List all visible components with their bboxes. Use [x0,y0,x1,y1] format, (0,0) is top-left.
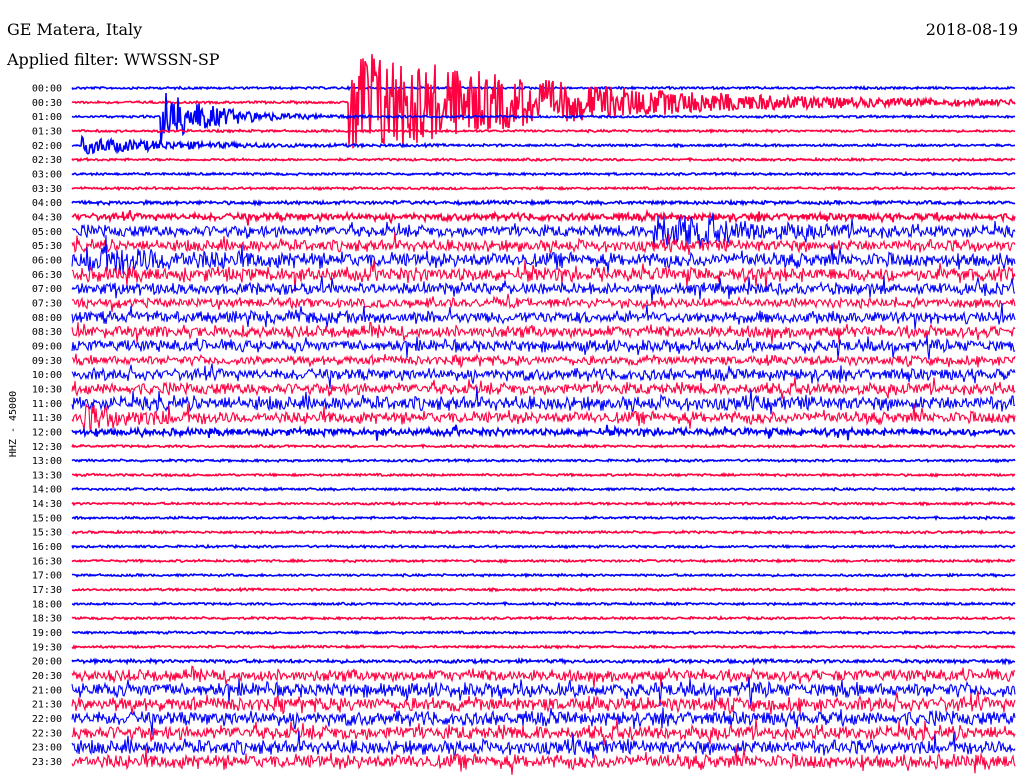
time-tick-label: 21:30 [32,700,62,711]
time-tick-label: 18:30 [32,614,62,625]
y-axis-label: HHZ - 45000 [8,391,19,457]
time-tick-label: 00:30 [32,98,62,109]
time-tick-label: 12:00 [32,427,62,438]
time-tick-label: 16:00 [32,542,62,553]
seismic-trace [71,335,1016,360]
seismic-trace [71,185,1016,192]
time-tick-label: 16:30 [32,556,62,567]
seismic-trace [71,208,1016,226]
time-tick-label: 19:30 [32,642,62,653]
time-tick-label: 20:30 [32,671,62,682]
seismic-trace [71,134,1016,155]
time-tick-label: 23:00 [32,743,62,754]
time-tick-label: 15:00 [32,513,62,524]
seismic-trace [71,128,1016,135]
time-tick-label: 13:30 [32,470,62,481]
seismic-trace [71,629,1016,636]
time-tick-label: 21:00 [32,685,62,696]
time-tick-label: 20:00 [32,657,62,668]
seismic-trace [71,543,1016,550]
time-tick-label: 04:00 [32,198,62,209]
seismic-trace [71,424,1016,441]
seismic-trace [71,198,1016,207]
seismic-trace [71,156,1016,163]
time-tick-label: 01:00 [32,112,62,123]
seismic-trace [71,170,1016,177]
time-tick-label: 22:00 [32,714,62,725]
time-tick-label: 13:00 [32,456,62,467]
time-tick-label: 11:00 [32,399,62,410]
time-tick-label: 04:30 [32,212,62,223]
seismic-trace [71,500,1016,507]
time-tick-label: 00:00 [32,84,62,95]
time-tick-label: 07:30 [32,298,62,309]
time-tick-label: 15:30 [32,528,62,539]
seismic-trace [71,643,1016,650]
time-tick-label: 17:00 [32,571,62,582]
time-tick-label: 06:00 [32,255,62,266]
time-tick-label: 12:30 [32,442,62,453]
seismic-trace [72,471,1016,478]
seismic-trace [71,321,1016,344]
time-tick-label: 05:00 [32,227,62,238]
helicorder-chart: 00:00 00:30 01:00 01:30 02:00 02:30 03:00 03:30… [8,54,1016,775]
seismic-trace [71,690,1016,716]
time-tick-label: 18:00 [32,599,62,610]
time-tick-label: 11:30 [32,413,62,424]
seismic-trace [71,514,1016,521]
time-tick-label: 14:00 [32,485,62,496]
time-tick-label: 17:30 [32,585,62,596]
time-tick-label: 10:30 [32,384,62,395]
seismic-trace [71,486,1016,493]
seismic-trace [71,54,1016,149]
seismic-trace [71,600,1016,607]
seismic-trace [71,665,1016,688]
time-tick-label: 09:00 [32,341,62,352]
time-tick-label: 02:00 [32,141,62,152]
seismic-trace [71,293,1016,313]
time-tick-label: 10:00 [32,370,62,381]
time-tick-label: 09:30 [32,356,62,367]
seismic-trace [71,572,1016,579]
seismic-trace [71,457,1016,464]
tick-label-group: 00:00 00:30 01:00 01:30 02:00 02:30 03:00 03:30… [32,84,62,769]
time-tick-label: 03:00 [32,169,62,180]
seismic-trace [71,614,1016,622]
time-tick-label: 02:30 [32,155,62,166]
time-tick-label: 08:30 [32,327,62,338]
time-tick-label: 01:30 [32,126,62,137]
seismic-trace [71,443,1016,450]
seismic-trace [71,656,1016,666]
seismic-trace [71,352,1016,369]
time-tick-label: 22:30 [32,728,62,739]
time-tick-label: 06:30 [32,270,62,281]
time-tick-label: 05:30 [32,241,62,252]
seismic-trace [71,586,1016,593]
seismic-trace [71,529,1016,536]
time-tick-label: 23:30 [32,757,62,768]
time-tick-label: 19:00 [32,628,62,639]
trace-group [71,54,1016,775]
time-tick-label: 14:30 [32,499,62,510]
seismic-trace [71,557,1016,564]
seismic-trace [71,377,1016,400]
time-tick-label: 07:00 [32,284,62,295]
time-tick-label: 08:00 [32,313,62,324]
time-tick-label: 03:30 [32,184,62,195]
